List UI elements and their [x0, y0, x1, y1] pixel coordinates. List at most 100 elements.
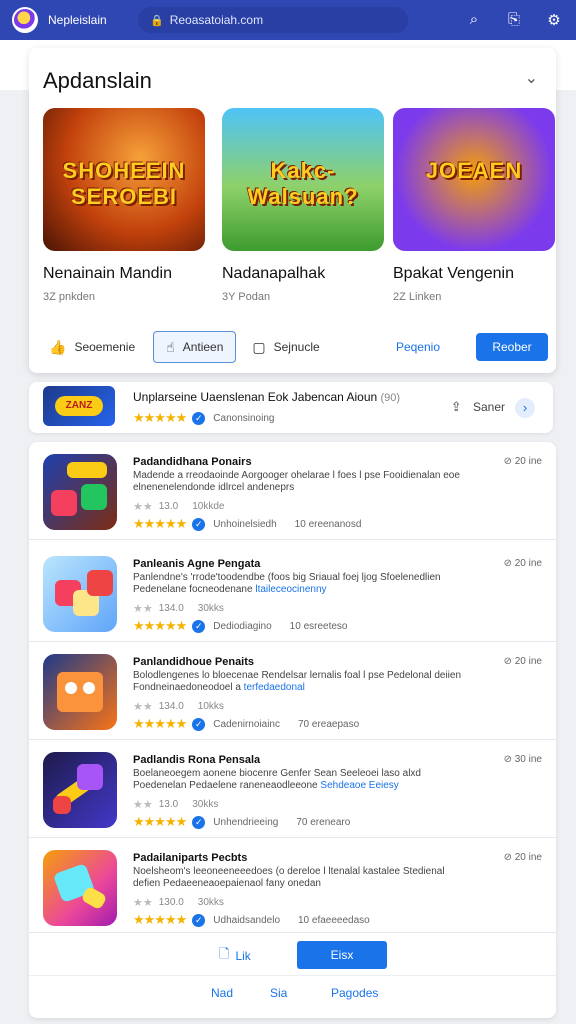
star-icon: ★★: [133, 701, 153, 713]
item-meta: ★★★★★ ✓ Dediodiagino 10 esreeteso: [133, 618, 348, 633]
game-name: Bpakat Vengenin: [393, 265, 514, 282]
footer-nav-3[interactable]: Pagodes: [331, 986, 378, 1000]
outline-button[interactable]: ☝ Antieen: [153, 331, 237, 363]
url-text: Reoasatoiah.com: [169, 13, 264, 27]
like-label: Seoemenie: [74, 340, 136, 354]
item-description: Boelaneoegem aonene biocenre Genfer Sean…: [133, 768, 421, 791]
footer-button[interactable]: Eisx: [297, 941, 387, 969]
item-title: Padandidhana Ponairs: [133, 456, 252, 468]
featured-game-1[interactable]: SHOHEEIN SEROEBI Nenainain Mandin 3Z pnk…: [43, 108, 205, 303]
star-rating: ★★★★★: [133, 410, 187, 425]
verified-icon: ✓: [192, 913, 206, 927]
star-rating: ★★★★★: [133, 912, 187, 927]
verified-icon: ✓: [192, 411, 206, 425]
item-time: ⊘ 20 ine: [503, 852, 542, 863]
like-button[interactable]: 👍 Seoemenie: [43, 331, 141, 363]
promo-meta: ★★★★★ ✓ Canonsinoing: [133, 410, 274, 426]
search-icon[interactable]: ⌕: [464, 11, 484, 29]
list-item[interactable]: Panleanis Agne Pengata ⊘ 20 ine Panlendn…: [29, 544, 556, 642]
share-label: Saner: [472, 400, 505, 414]
top-bar: Nepleislain 🔒 Reoasatoiah.com ⌕ ⎘ ⚙: [0, 0, 576, 40]
share-button[interactable]: ⇪ Saner: [451, 399, 505, 415]
star-rating: ★★★★★: [133, 618, 187, 633]
item-rating: ★★ 13.0 10kkde: [133, 501, 225, 513]
bookmark-icon: ▢: [252, 338, 266, 355]
item-rating: ★★ 13.0 30kks: [133, 799, 219, 811]
game-art: SHOHEEIN SEROEBI: [43, 108, 205, 251]
item-title: Panlandidhoue Penaits: [133, 656, 255, 668]
save-button[interactable]: ▢ Sejnucle: [246, 331, 325, 363]
footer-nav-1[interactable]: Nad: [211, 986, 233, 1000]
item-time: ⊘ 20 ine: [503, 558, 542, 569]
list-item[interactable]: Padlandis Rona Pensala ⊘ 30 ine Boelaneo…: [29, 740, 556, 838]
bookmark-icon: 🗋: [219, 946, 230, 961]
item-description: Madende a rreodaoinde Aorgooger ohelarae…: [133, 470, 460, 493]
item-meta: ★★★★★ ✓ Cadenirnoiainc 70 ereaepaso: [133, 716, 360, 731]
game-icon: [43, 752, 117, 828]
game-subtitle: 3Z pnkden: [43, 291, 95, 303]
game-art-logo: Kakc- Walsuan?: [247, 158, 359, 209]
save-label: Sejnucle: [273, 340, 320, 354]
item-title: Panleanis Agne Pengata: [133, 558, 261, 570]
url-bar[interactable]: 🔒 Reoasatoiah.com: [138, 7, 408, 33]
item-meta: ★★★★★ ✓ Unhoinelsiedh 10 ereenanosd: [133, 516, 362, 531]
star-rating: ★★★★★: [133, 716, 187, 731]
chevron-down-icon[interactable]: ⌄: [525, 68, 538, 88]
promo-thumbnail: ZANZ: [43, 386, 115, 426]
game-art-logo: JOEAEN: [425, 158, 523, 183]
divider: [29, 975, 556, 976]
app-title: Nepleislain: [48, 13, 107, 27]
item-time: ⊘ 30 ine: [503, 754, 542, 765]
list-item[interactable]: Padandidhana Ponairs ⊘ 20 ine Madende a …: [29, 442, 556, 540]
game-subtitle: 2Z Linken: [393, 291, 442, 303]
promo-title: Unplarseine Uaenslenan Eok Jabencan Aiou…: [133, 390, 400, 404]
promo-meta-text: Canonsinoing: [213, 412, 275, 424]
item-title: Padailaniparts Pecbts: [133, 852, 248, 864]
verified-icon: ✓: [192, 815, 206, 829]
list-item[interactable]: Panlandidhoue Penaits ⊘ 20 ine Bolodleng…: [29, 642, 556, 740]
star-icon: ★★: [133, 603, 153, 615]
share-icon[interactable]: ⎘: [504, 11, 524, 29]
item-rating: ★★ 130.0 30kks: [133, 897, 224, 909]
hand-icon: ☝: [166, 338, 175, 355]
star-rating: ★★★★★: [133, 814, 187, 829]
star-icon: ★★: [133, 501, 153, 513]
game-art: JOEAEN: [393, 108, 555, 251]
featured-game-2[interactable]: Kakc- Walsuan? Nadanapalhak 3Y Podan: [222, 108, 384, 303]
promo-title-text: Unplarseine Uaenslenan Eok Jabencan Aiou…: [133, 390, 378, 404]
footer-link[interactable]: 🗋 Lik: [219, 945, 251, 967]
item-meta: ★★★★★ ✓ Udhaidsandelo 10 efaeeeedaso: [133, 912, 370, 927]
outline-label: Antieen: [182, 340, 224, 354]
list-item[interactable]: Padailaniparts Pecbts ⊘ 20 ine Noelsheom…: [29, 838, 556, 936]
game-icon: [43, 850, 117, 926]
star-rating: ★★★★★: [133, 516, 187, 531]
footer-nav-2[interactable]: Sia: [270, 986, 287, 1000]
item-time: ⊘ 20 ine: [503, 456, 542, 467]
item-description: Bolodlengenes lo bloecenae Rendelsar ler…: [133, 670, 462, 693]
avatar[interactable]: [12, 7, 38, 33]
item-meta: ★★★★★ ✓ Unhendrieeing 70 erenearo: [133, 814, 351, 829]
game-icon: [43, 654, 117, 730]
game-name: Nenainain Mandin: [43, 265, 172, 282]
game-art: Kakc- Walsuan?: [222, 108, 384, 251]
link-button[interactable]: Peqenio: [390, 331, 446, 363]
top-icons: ⌕ ⎘ ⚙: [464, 11, 564, 29]
card-actions: 👍 Seoemenie ☝ Antieen ▢ Sejnucle Peqenio…: [43, 331, 548, 363]
settings-icon[interactable]: ⚙: [544, 11, 564, 29]
item-title: Padlandis Rona Pensala: [133, 754, 261, 766]
star-icon: ★★: [133, 897, 153, 909]
item-rating: ★★ 134.0 10kks: [133, 701, 224, 713]
footer: 🗋 Lik Eisx Nad Sia Pagodes: [29, 932, 556, 1018]
lock-icon: 🔒: [150, 14, 164, 27]
primary-button[interactable]: Reober: [476, 333, 548, 361]
featured-game-3[interactable]: JOEAEN Bpakat Vengenin 2Z Linken: [393, 108, 555, 303]
promo-row[interactable]: ZANZ Unplarseine Uaenslenan Eok Jabencan…: [29, 382, 553, 433]
game-art-logo: SHOHEEIN SEROEBI: [62, 158, 186, 209]
chevron-right-icon[interactable]: ›: [515, 398, 535, 418]
item-rating: ★★ 134.0 30kks: [133, 603, 224, 615]
featured-card: Apdanslain ⌄ SHOHEEIN SEROEBI Nenainain …: [29, 48, 556, 373]
game-subtitle: 3Y Podan: [222, 291, 271, 303]
featured-title: Apdanslain: [43, 68, 152, 93]
item-description: Noelsheom's leeoneeneeedoes (o dereloe l…: [133, 866, 445, 889]
verified-icon: ✓: [192, 517, 206, 531]
